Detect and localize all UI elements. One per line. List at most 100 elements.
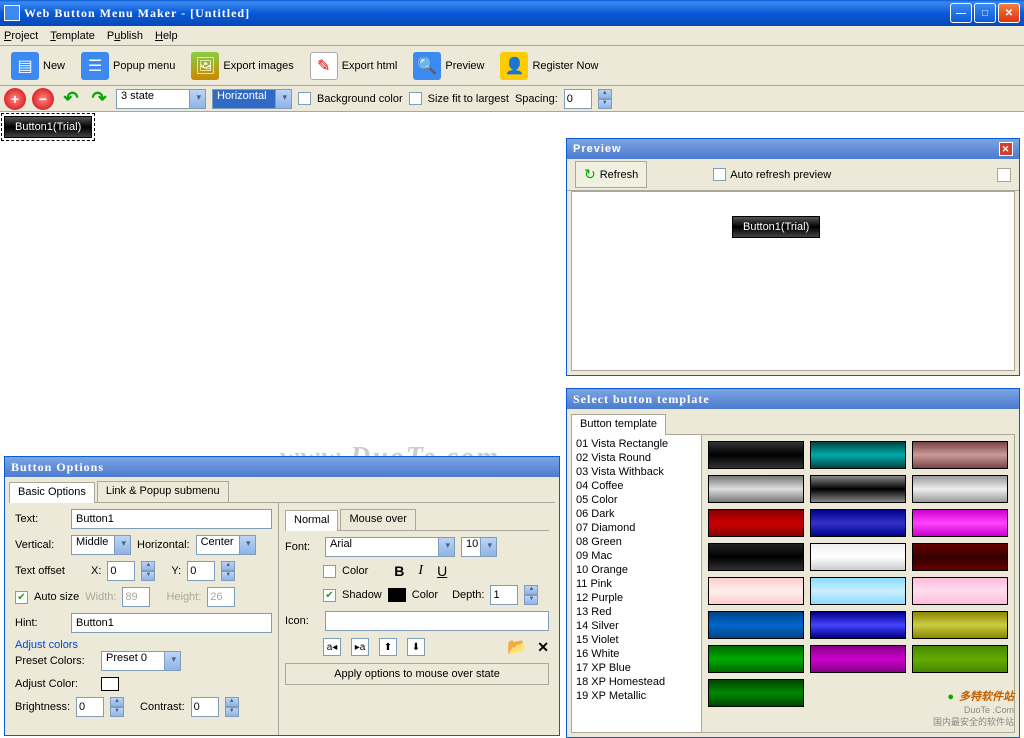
menu-project[interactable]: PProjectroject (4, 30, 38, 42)
tab-mouseover[interactable]: Mouse over (340, 509, 415, 530)
align-right-icon[interactable]: ▸a (351, 638, 369, 656)
text-input[interactable] (71, 509, 272, 529)
template-swatch[interactable] (912, 611, 1008, 639)
refresh-button[interactable]: ↻ Refresh (575, 161, 647, 188)
font-select[interactable]: Arial (325, 537, 455, 557)
italic-button[interactable]: I (418, 563, 423, 579)
template-list-item[interactable]: 02 Vista Round (574, 451, 699, 465)
preset-select[interactable]: Preset 0 (101, 651, 181, 671)
export-images-button[interactable]: 🖼 Export images (184, 47, 300, 85)
shadow-color-swatch[interactable] (388, 588, 406, 602)
template-list-item[interactable]: 14 Silver (574, 619, 699, 633)
export-html-button[interactable]: ✎ Export html (303, 47, 405, 85)
template-swatch[interactable] (810, 577, 906, 605)
orientation-select[interactable]: Horizontal (212, 89, 292, 109)
template-list-item[interactable]: 16 White (574, 647, 699, 661)
template-list-item[interactable]: 18 XP Homestead (574, 675, 699, 689)
template-swatch[interactable] (708, 509, 804, 537)
template-list-item[interactable]: 06 Dark (574, 507, 699, 521)
minimize-button[interactable]: — (950, 3, 972, 23)
underline-button[interactable]: U (437, 563, 447, 579)
tab-normal[interactable]: Normal (285, 510, 338, 531)
template-list-item[interactable]: 15 Violet (574, 633, 699, 647)
align-left-icon[interactable]: a◂ (323, 638, 341, 656)
template-list[interactable]: 01 Vista Rectangle02 Vista Round03 Vista… (572, 435, 702, 732)
y-spinner[interactable]: ▲▼ (221, 561, 235, 581)
state-select[interactable]: 3 state (116, 89, 206, 109)
preview-button[interactable]: 🔍 Preview (406, 47, 491, 85)
x-input[interactable] (107, 561, 135, 581)
redo-button[interactable]: ↷ (88, 88, 110, 110)
template-swatch[interactable] (810, 509, 906, 537)
template-swatch[interactable] (810, 475, 906, 503)
adjust-color-swatch[interactable] (101, 677, 119, 691)
autosize-checkbox[interactable]: ✔ (15, 591, 28, 604)
template-swatch[interactable] (810, 543, 906, 571)
menu-template[interactable]: Template (50, 30, 95, 42)
template-swatch[interactable] (912, 543, 1008, 571)
template-swatch[interactable] (708, 611, 804, 639)
brightness-input[interactable] (76, 697, 104, 717)
template-swatch[interactable] (708, 679, 804, 707)
template-swatch[interactable] (810, 645, 906, 673)
new-button[interactable]: ▤ New (4, 47, 72, 85)
horizontal-select[interactable]: Center (196, 535, 256, 555)
align-top-icon[interactable]: ⬆ (379, 638, 397, 656)
bg-color-checkbox[interactable] (298, 92, 311, 105)
preview-close-icon[interactable]: ✕ (999, 142, 1013, 156)
vertical-select[interactable]: Middle (71, 535, 131, 555)
font-size-select[interactable]: 10 (461, 537, 497, 557)
font-color-checkbox[interactable] (323, 565, 336, 578)
tab-button-template[interactable]: Button template (571, 414, 666, 435)
spacing-input[interactable] (564, 89, 592, 109)
align-bottom-icon[interactable]: ⬇ (407, 638, 425, 656)
template-swatch[interactable] (810, 441, 906, 469)
template-swatch[interactable] (810, 611, 906, 639)
apply-button[interactable]: Apply options to mouse over state (285, 663, 549, 685)
template-list-item[interactable]: 09 Mac (574, 549, 699, 563)
tab-basic-options[interactable]: Basic Options (9, 482, 95, 503)
add-button[interactable]: + (4, 88, 26, 110)
size-fit-checkbox[interactable] (409, 92, 422, 105)
template-swatch[interactable] (708, 577, 804, 605)
preview-expand-button[interactable] (997, 168, 1011, 182)
template-list-item[interactable]: 03 Vista Withback (574, 465, 699, 479)
brightness-spinner[interactable]: ▲▼ (110, 697, 124, 717)
depth-spinner[interactable]: ▲▼ (524, 585, 538, 605)
contrast-input[interactable] (191, 697, 219, 717)
shadow-checkbox[interactable]: ✔ (323, 589, 336, 602)
template-list-item[interactable]: 13 Red (574, 605, 699, 619)
template-list-item[interactable]: 17 XP Blue (574, 661, 699, 675)
template-swatch[interactable] (912, 577, 1008, 605)
template-swatch[interactable] (708, 475, 804, 503)
x-spinner[interactable]: ▲▼ (141, 561, 155, 581)
spacing-spinner[interactable]: ▲▼ (598, 89, 612, 109)
template-list-item[interactable]: 01 Vista Rectangle (574, 437, 699, 451)
close-button[interactable]: ✕ (998, 3, 1020, 23)
menu-publish[interactable]: Publish (107, 30, 143, 42)
template-list-item[interactable]: 08 Green (574, 535, 699, 549)
template-list-item[interactable]: 05 Color (574, 493, 699, 507)
template-list-item[interactable]: 04 Coffee (574, 479, 699, 493)
remove-button[interactable]: − (32, 88, 54, 110)
template-list-item[interactable]: 19 XP Metallic (574, 689, 699, 703)
template-swatch[interactable] (912, 645, 1008, 673)
auto-refresh-checkbox[interactable] (713, 168, 726, 181)
template-swatch[interactable] (912, 509, 1008, 537)
template-swatch[interactable] (912, 475, 1008, 503)
open-folder-icon[interactable]: 📂 (507, 637, 527, 657)
clear-icon[interactable]: ✕ (537, 639, 549, 656)
maximize-button[interactable]: □ (974, 3, 996, 23)
y-input[interactable] (187, 561, 215, 581)
template-list-item[interactable]: 07 Diamond (574, 521, 699, 535)
template-list-item[interactable]: 11 Pink (574, 577, 699, 591)
undo-button[interactable]: ↶ (60, 88, 82, 110)
depth-input[interactable] (490, 585, 518, 605)
contrast-spinner[interactable]: ▲▼ (225, 697, 239, 717)
register-button[interactable]: 👤 Register Now (493, 47, 605, 85)
template-list-item[interactable]: 12 Purple (574, 591, 699, 605)
menu-help[interactable]: Help (155, 30, 178, 42)
template-swatch[interactable] (708, 645, 804, 673)
hint-input[interactable] (71, 613, 272, 633)
template-swatch[interactable] (708, 543, 804, 571)
